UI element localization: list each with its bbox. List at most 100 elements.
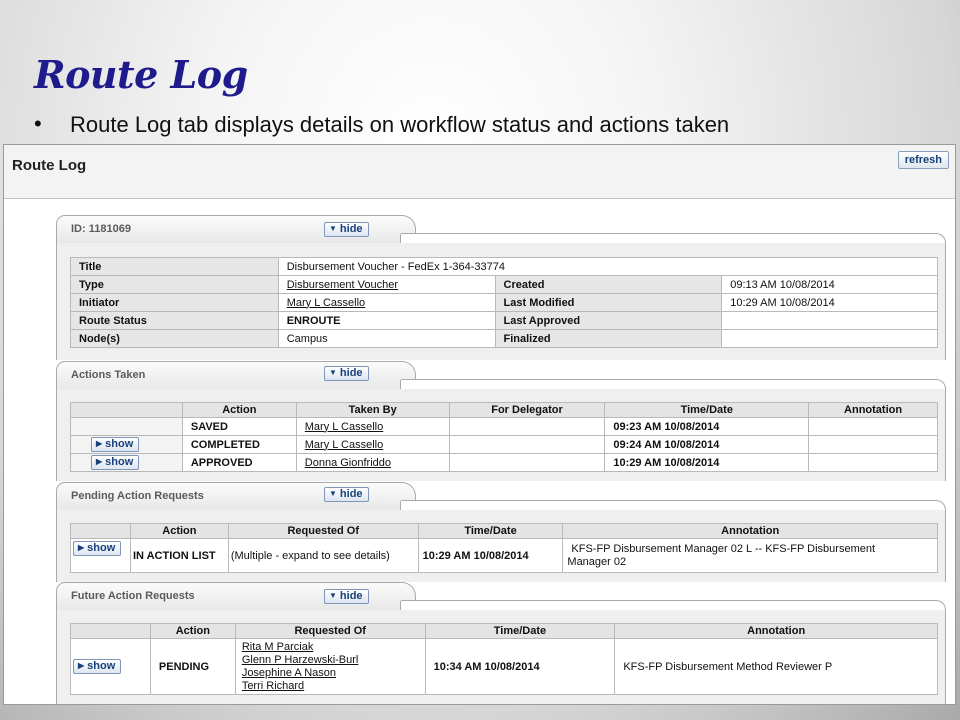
action-cell: APPROVED: [181, 453, 297, 472]
requested-of-cell: Rita M Parciak Glenn P Harzewski-Burl Jo…: [234, 638, 426, 695]
show-cell-empty: [70, 417, 183, 436]
route-log-screenshot: Route Log refresh ID: 1181069 ▼ hide Titl…: [3, 144, 956, 705]
taken-by-link[interactable]: Mary L Cassello: [305, 439, 383, 451]
document-header-table: Title Disbursement Voucher - FedEx 1-364…: [70, 257, 939, 348]
show-button[interactable]: ▶ show: [91, 437, 140, 452]
triangle-right-icon: ▶: [78, 661, 85, 670]
created-label: Created: [494, 275, 723, 294]
time-date-cell: 09:23 AM 10/08/2014: [604, 417, 810, 436]
requested-of-cell: (Multiple - expand to see details): [227, 538, 419, 573]
future-requests-table: Action Requested Of Time/Date Annotation…: [70, 623, 938, 695]
bullet-text: Route Log tab displays details on workfl…: [70, 112, 730, 137]
pending-action-requests-label: Pending Action Requests: [71, 490, 204, 502]
column-header-annotation: Annotation: [562, 523, 938, 539]
column-header-annotation: Annotation: [614, 623, 938, 639]
annotation-cell: [808, 453, 938, 472]
created-value: 09:13 AM 10/08/2014: [721, 275, 938, 294]
column-header-action: Action: [129, 523, 229, 539]
triangle-down-icon: ▼: [329, 591, 337, 600]
time-date-cell: 09:24 AM 10/08/2014: [604, 435, 810, 454]
type-link[interactable]: Disbursement Voucher: [287, 279, 398, 291]
action-cell: IN ACTION LIST: [129, 538, 229, 573]
page-title: Route Log: [12, 157, 87, 174]
last-modified-label: Last Modified: [494, 293, 723, 312]
triangle-down-icon: ▼: [329, 368, 337, 377]
bullet-icon: •: [34, 111, 42, 136]
table-row: ▶ show APPROVED Donna Gionfriddo 10:29 AM…: [70, 453, 938, 472]
annotation-cell: [808, 417, 938, 436]
triangle-right-icon: ▶: [96, 457, 103, 466]
column-header-time-date: Time/Date: [604, 402, 810, 418]
last-approved-label: Last Approved: [494, 311, 723, 330]
requested-of-link[interactable]: Terri Richard: [242, 680, 304, 692]
annotation-cell: KFS-FP Disbursement Manager 02 L -- KFS-…: [562, 538, 938, 573]
pending-requests-table: Action Requested Of Time/Date Annotation…: [70, 523, 938, 573]
title-value: Disbursement Voucher - FedEx 1-364-33774: [277, 257, 939, 276]
table-row: ▶ show COMPLETED Mary L Cassello 09:24 AM…: [70, 435, 938, 454]
last-approved-value: [721, 311, 938, 330]
hide-button-pending[interactable]: ▼ hide: [324, 487, 369, 502]
taken-by-link[interactable]: Mary L Cassello: [305, 421, 383, 433]
actions-taken-label: Actions Taken: [71, 369, 146, 381]
table-row: ▶ show PENDING Rita M Parciak Glenn P Har…: [70, 638, 938, 695]
title-label: Title: [70, 257, 279, 276]
table-row: SAVED Mary L Cassello 09:23 AM 10/08/201…: [70, 417, 938, 436]
column-header-time-date: Time/Date: [424, 623, 616, 639]
action-cell: SAVED: [181, 417, 297, 436]
column-header-taken-by: Taken By: [295, 402, 450, 418]
route-status-label: Route Status: [70, 311, 279, 330]
column-header-for-delegator: For Delegator: [448, 402, 606, 418]
column-header: [70, 402, 183, 418]
future-action-requests-label: Future Action Requests: [71, 590, 195, 602]
triangle-right-icon: ▶: [96, 439, 103, 448]
for-delegator-cell: [448, 453, 606, 472]
column-header: [70, 523, 131, 539]
hide-button-id[interactable]: ▼ hide: [324, 222, 369, 237]
annotation-line: KFS-FP Disbursement Manager 02 L -- KFS-…: [571, 542, 876, 555]
requested-of-link[interactable]: Glenn P Harzewski-Burl: [242, 654, 359, 666]
show-button[interactable]: ▶ show: [91, 455, 140, 470]
column-header-annotation: Annotation: [808, 402, 938, 418]
requested-of-link[interactable]: Rita M Parciak: [242, 641, 314, 653]
finalized-label: Finalized: [494, 329, 723, 348]
triangle-right-icon: ▶: [78, 543, 85, 552]
hide-button-future[interactable]: ▼ hide: [324, 589, 369, 604]
nodes-label: Node(s): [70, 329, 279, 348]
finalized-value: [721, 329, 938, 348]
document-id-label: ID: 1181069: [71, 223, 131, 235]
initiator-label: Initiator: [70, 293, 279, 312]
triangle-down-icon: ▼: [329, 489, 337, 498]
for-delegator-cell: [448, 417, 606, 436]
hide-button-actions-taken[interactable]: ▼ hide: [324, 366, 369, 381]
column-header: [70, 623, 151, 639]
show-button[interactable]: ▶ show: [73, 659, 122, 674]
refresh-button[interactable]: refresh: [897, 151, 949, 169]
triangle-down-icon: ▼: [329, 224, 337, 233]
annotation-cell: [808, 435, 938, 454]
column-header-requested-of: Requested Of: [234, 623, 426, 639]
actions-taken-table: Action Taken By For Delegator Time/Date …: [70, 402, 938, 472]
action-cell: COMPLETED: [181, 435, 297, 454]
column-header-action: Action: [149, 623, 236, 639]
last-modified-value: 10:29 AM 10/08/2014: [721, 293, 938, 312]
route-status-value: ENROUTE: [277, 311, 496, 330]
type-label: Type: [70, 275, 279, 294]
requested-of-link[interactable]: Josephine A Nason: [242, 667, 336, 679]
annotation-cell: KFS-FP Disbursement Method Reviewer P: [614, 638, 938, 695]
slide-title: Route Log: [34, 52, 248, 97]
time-date-cell: 10:29 AM 10/08/2014: [417, 538, 564, 573]
initiator-link[interactable]: Mary L Cassello: [287, 297, 365, 309]
column-header-action: Action: [181, 402, 297, 418]
nodes-value: Campus: [277, 329, 496, 348]
column-header-requested-of: Requested Of: [227, 523, 419, 539]
for-delegator-cell: [448, 435, 606, 454]
taken-by-link[interactable]: Donna Gionfriddo: [305, 457, 391, 469]
annotation-line: Manager 02: [567, 555, 627, 568]
action-cell: PENDING: [149, 638, 236, 695]
time-date-cell: 10:29 AM 10/08/2014: [604, 453, 810, 472]
page-header: Route Log refresh: [4, 145, 955, 199]
column-header-time-date: Time/Date: [417, 523, 564, 539]
time-date-cell: 10:34 AM 10/08/2014: [424, 638, 616, 695]
table-row: ▶ show IN ACTION LIST (Multiple - expand …: [70, 538, 938, 573]
show-button[interactable]: ▶ show: [73, 541, 122, 556]
